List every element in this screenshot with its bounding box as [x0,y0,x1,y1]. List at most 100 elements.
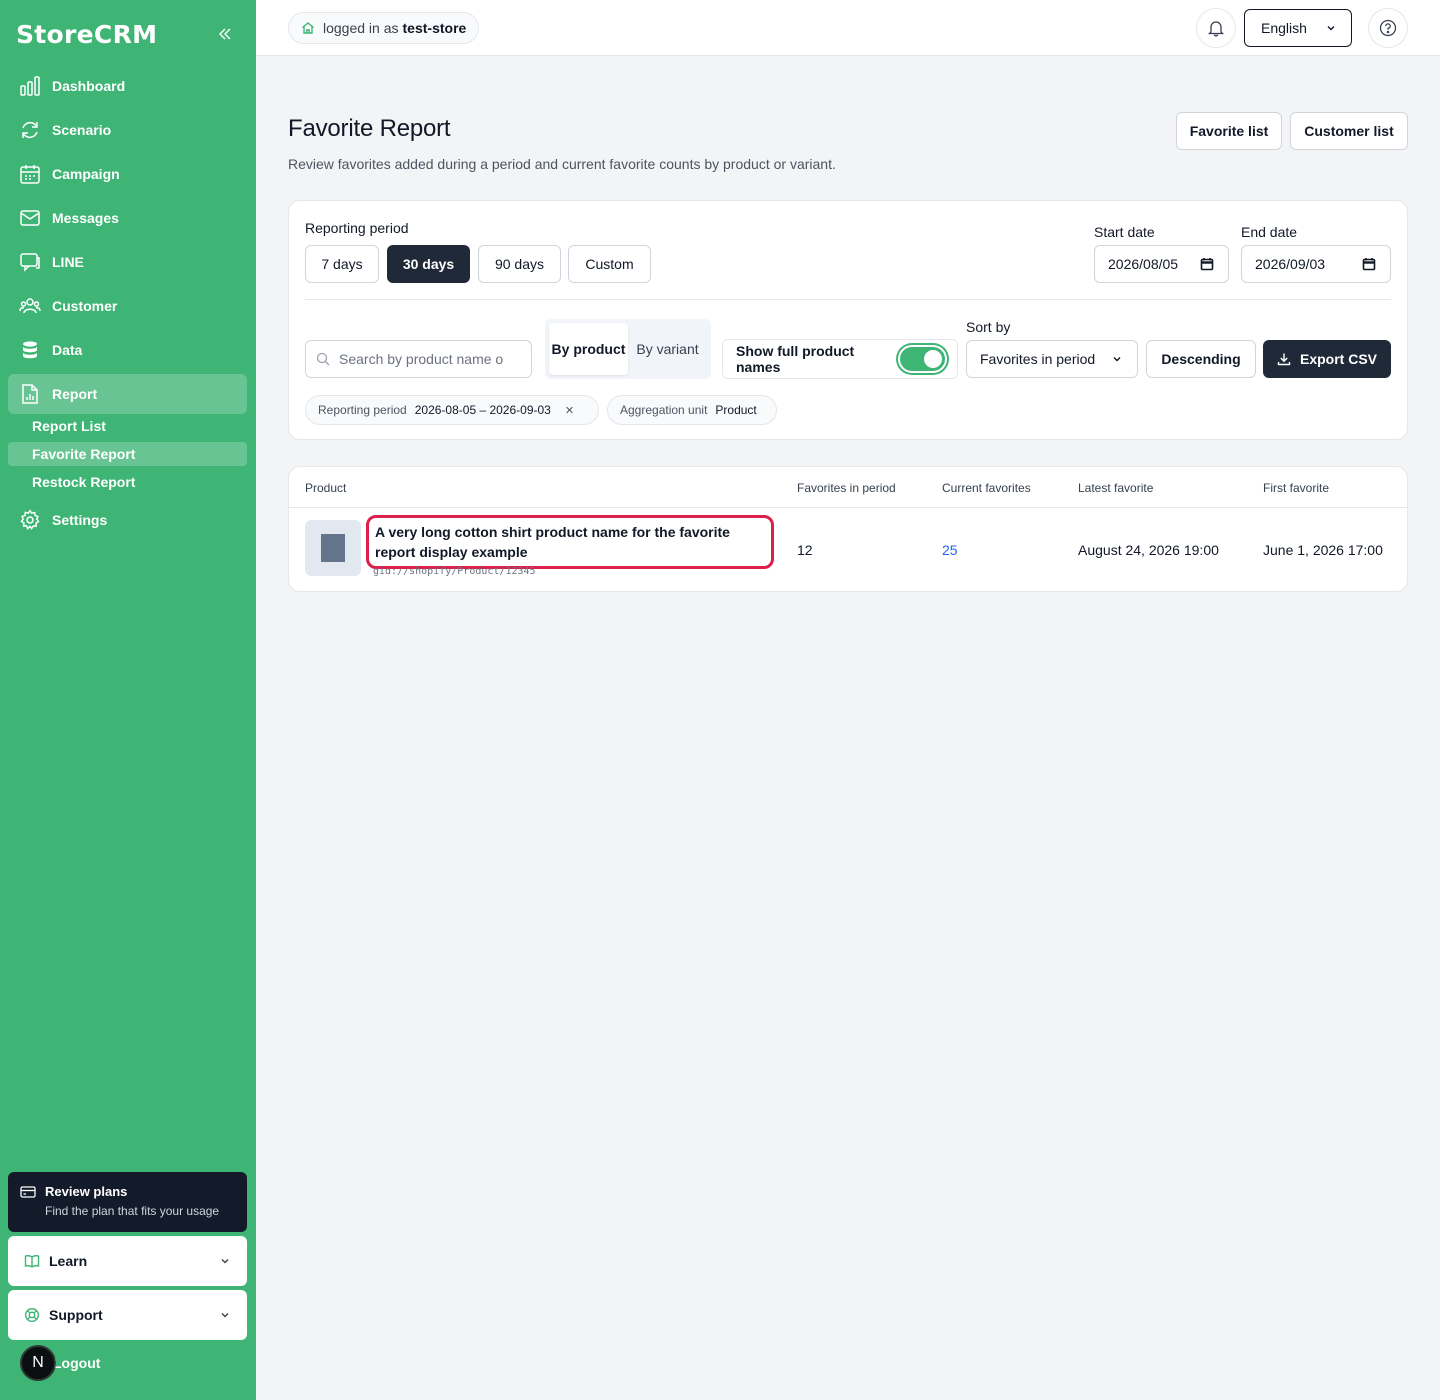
sidebar-item-customer[interactable]: Customer [8,286,247,326]
product-search-input[interactable]: Search by product name o [305,340,532,378]
sidebar-subitem-favorite-report[interactable]: Favorite Report [8,442,247,466]
by-variant-option[interactable]: By variant [628,323,707,375]
col-favorites-in-period[interactable]: Favorites in period [797,481,896,495]
favorite-list-button[interactable]: Favorite list [1176,112,1282,150]
export-csv-button[interactable]: Export CSV [1263,340,1391,378]
sidebar-item-label: Data [52,342,83,358]
start-date-value: 2026/08/05 [1108,256,1179,272]
start-date-label: Start date [1094,224,1155,240]
calendar-icon[interactable] [1200,257,1214,271]
filter-card: Reporting period 7 days 30 days 90 days … [288,200,1408,440]
bell-icon [1207,21,1225,37]
learn-label: Learn [49,1253,88,1269]
sidebar-item-label: Scenario [52,122,112,138]
chevrons-left-icon [219,28,231,40]
first-favorite-cell: June 1, 2026 17:00 [1263,542,1383,558]
sidebar-item-report[interactable]: Report [8,374,247,414]
review-plans-subtitle: Find the plan that fits your usage [45,1204,220,1218]
sidebar-item-settings[interactable]: Settings [8,500,247,540]
learn-accordion[interactable]: Learn [8,1236,247,1286]
sidebar-item-label: Report [52,386,98,402]
refresh-icon [18,118,42,142]
product-name[interactable]: A very long cotton shirt product name fo… [366,515,774,569]
sidebar-item-label: Campaign [52,166,120,182]
period-30-days-button[interactable]: 30 days [387,245,470,283]
notifications-button[interactable] [1196,8,1236,48]
col-first-favorite[interactable]: First favorite [1263,481,1329,495]
help-button[interactable] [1368,8,1408,48]
latest-favorite-cell: August 24, 2026 19:00 [1078,542,1219,558]
sort-order-button[interactable]: Descending [1146,340,1256,378]
start-date-input[interactable]: 2026/08/05 [1094,245,1229,283]
customer-list-button[interactable]: Customer list [1290,112,1408,150]
favorites-table: Product Favorites in period Current favo… [288,466,1408,592]
current-favorites-link[interactable]: 25 [942,542,958,558]
calendar-icon [18,162,42,186]
period-90-days-button[interactable]: 90 days [478,245,561,283]
filter-chip-period: Reporting period 2026-08-05 – 2026-09-03… [305,395,599,425]
sidebar-item-line[interactable]: LINE [8,242,247,282]
report-icon [18,382,42,406]
logout-button[interactable]: N Logout [20,1345,100,1381]
brand-logo[interactable]: StoreCRM [16,20,157,49]
chevron-down-icon [219,1309,231,1321]
home-icon [301,21,315,35]
bar-chart-icon [18,74,42,98]
store-name: test-store [402,20,467,36]
help-circle-icon [1379,19,1397,37]
review-plans-card[interactable]: Review plans Find the plan that fits you… [8,1172,247,1232]
lifebuoy-icon [24,1307,40,1323]
topbar: logged in as test-store English [256,0,1440,56]
report-submenu: Report List Favorite Report Restock Repo… [8,414,247,494]
collapse-sidebar-button[interactable] [214,24,236,44]
sidebar-item-messages[interactable]: Messages [8,198,247,238]
sidebar-item-scenario[interactable]: Scenario [8,110,247,150]
sidebar-nav: Dashboard Scenario Campaign Messages LIN… [8,66,247,544]
sidebar-item-label: Messages [52,210,119,226]
chevron-down-icon [1325,22,1337,34]
sidebar-item-data[interactable]: Data [8,330,247,370]
mail-icon [18,206,42,230]
switch-knob [924,350,942,368]
sidebar-item-label: LINE [52,254,84,270]
calendar-icon[interactable] [1362,257,1376,271]
filter-chip-aggregation: Aggregation unit Product [607,395,777,425]
chevron-down-icon [1111,353,1123,365]
avatar[interactable]: N [20,1345,56,1381]
sort-by-value: Favorites in period [980,351,1096,367]
sort-by-select[interactable]: Favorites in period [966,340,1138,378]
table-row[interactable]: A very long cotton shirt product name fo… [289,508,1407,591]
sidebar-item-campaign[interactable]: Campaign [8,154,247,194]
support-accordion[interactable]: Support [8,1290,247,1340]
sidebar-subitem-restock-report[interactable]: Restock Report [8,470,247,494]
book-icon [24,1253,40,1269]
end-date-input[interactable]: 2026/09/03 [1241,245,1391,283]
col-product[interactable]: Product [305,481,346,495]
chat-icon [18,250,42,274]
review-plans-title: Review plans [45,1184,128,1199]
full-product-names-toggle[interactable]: Show full product names [722,339,958,379]
favorites-in-period-cell: 12 [797,542,813,558]
full-names-switch[interactable] [898,345,947,373]
sidebar-item-dashboard[interactable]: Dashboard [8,66,247,106]
full-names-label: Show full product names [736,343,855,375]
search-placeholder: Search by product name o [339,351,504,367]
col-latest-favorite[interactable]: Latest favorite [1078,481,1153,495]
filter-divider [305,299,1391,300]
close-icon[interactable]: ✕ [565,404,574,417]
end-date-label: End date [1241,224,1298,240]
by-product-option[interactable]: By product [549,323,628,375]
support-label: Support [49,1307,103,1323]
search-icon [316,352,330,366]
login-status-pill: logged in as test-store [288,12,480,44]
language-select[interactable]: English [1244,9,1352,47]
period-custom-button[interactable]: Custom [568,245,651,283]
page-description: Review favorites added during a period a… [288,156,836,172]
product-thumbnail [305,520,361,576]
aggregation-toggle: By product By variant [545,319,711,379]
col-current-favorites[interactable]: Current favorites [942,481,1031,495]
sidebar-subitem-report-list[interactable]: Report List [8,414,247,438]
period-7-days-button[interactable]: 7 days [305,245,379,283]
table-header: Product Favorites in period Current favo… [289,467,1407,508]
chip-key: Aggregation unit [620,403,708,417]
